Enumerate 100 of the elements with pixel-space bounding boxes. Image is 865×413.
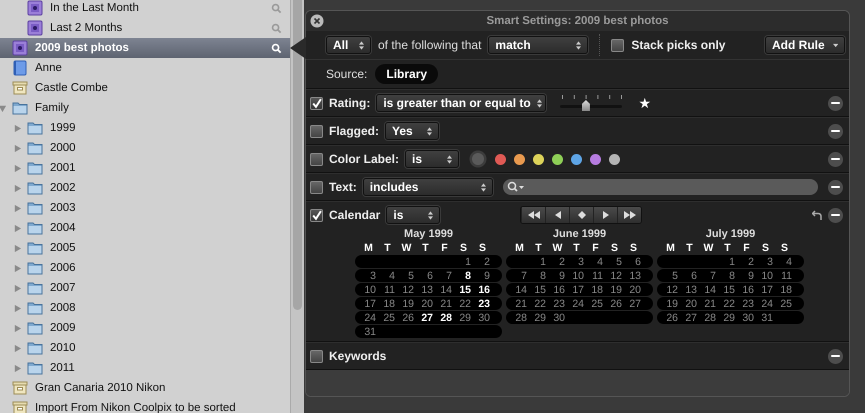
calendar-day[interactable]: 8 <box>452 270 471 282</box>
sidebar-item[interactable]: 2000 <box>0 138 290 158</box>
updown-arrows-icon[interactable] <box>427 126 432 136</box>
sidebar-item[interactable]: 2011 <box>0 358 290 378</box>
updown-arrows-icon[interactable] <box>576 40 582 50</box>
calendar-day[interactable]: 25 <box>584 298 603 310</box>
updown-arrows-icon[interactable] <box>536 98 542 108</box>
calendar-day[interactable]: 6 <box>414 270 433 282</box>
calendar-day[interactable]: 7 <box>508 270 527 282</box>
calendar-day[interactable]: 17 <box>357 298 376 310</box>
calendar-day[interactable]: 24 <box>565 298 584 310</box>
checkbox[interactable] <box>310 350 323 362</box>
calendar-day[interactable]: 15 <box>716 284 735 296</box>
calendar-day[interactable]: 1 <box>716 256 735 268</box>
right-arrow-icon[interactable] <box>602 211 609 219</box>
calendar-day[interactable]: 5 <box>659 270 678 282</box>
calendar-day[interactable]: 13 <box>622 270 641 282</box>
match-scope-popup[interactable]: All <box>326 36 371 54</box>
calendar-day[interactable]: 30 <box>471 312 490 324</box>
sidebar-item[interactable]: 2009 best photos <box>0 38 290 58</box>
sidebar-item[interactable]: 2008 <box>0 298 290 318</box>
sidebar-item[interactable]: Family <box>0 98 290 118</box>
checkbox[interactable] <box>310 96 323 110</box>
calendar-day[interactable]: 24 <box>357 312 376 324</box>
slider-thumb[interactable] <box>582 100 590 111</box>
updown-arrows-icon[interactable] <box>359 40 364 50</box>
calendar-day[interactable]: 3 <box>357 270 376 282</box>
calendar-day[interactable]: 11 <box>584 270 603 282</box>
calendar-day[interactable]: 2 <box>735 256 754 268</box>
operator-popup[interactable]: is <box>405 150 460 168</box>
rating-slider[interactable] <box>560 95 622 111</box>
color-dot[interactable] <box>609 154 620 164</box>
calendar-day[interactable]: 28 <box>508 312 527 324</box>
operator-popup[interactable]: includes <box>362 178 493 196</box>
calendar-day[interactable]: 17 <box>565 284 584 296</box>
calendar-day[interactable]: 14 <box>508 284 527 296</box>
color-dot[interactable] <box>533 154 544 164</box>
previous-year-button[interactable] <box>521 207 546 223</box>
calendar-day[interactable]: 9 <box>735 270 754 282</box>
calendar-day[interactable]: 6 <box>622 256 641 268</box>
checkbox[interactable] <box>310 124 323 138</box>
search-icon[interactable] <box>271 42 282 54</box>
calendar-day[interactable]: 28 <box>697 312 716 324</box>
color-dot[interactable] <box>590 154 602 164</box>
checkbox[interactable] <box>310 152 323 166</box>
calendar-day[interactable]: 11 <box>376 284 395 296</box>
calendar-day[interactable]: 5 <box>603 256 622 268</box>
calendar-day[interactable]: 3 <box>754 256 773 268</box>
no-color-icon[interactable] <box>469 150 488 168</box>
calendar-day[interactable]: 21 <box>697 298 716 310</box>
calendar-day[interactable]: 18 <box>773 284 792 296</box>
sidebar-item[interactable]: Import From Nikon Coolpix to be sorted <box>0 398 290 413</box>
add-rule-button[interactable]: Add Rule <box>765 36 845 54</box>
remove-rule-button[interactable] <box>828 124 843 138</box>
calendar-day[interactable]: 26 <box>659 312 678 324</box>
calendar-day[interactable]: 27 <box>414 312 433 324</box>
calendar-day[interactable]: 13 <box>678 284 697 296</box>
calendar-day[interactable]: 16 <box>471 284 490 296</box>
calendar-day[interactable]: 27 <box>622 298 641 310</box>
calendar-day[interactable]: 5 <box>395 270 414 282</box>
remove-rule-button[interactable] <box>828 180 843 194</box>
color-dot[interactable] <box>495 154 506 164</box>
sidebar-item[interactable]: 2007 <box>0 278 290 298</box>
source-pill[interactable]: Library <box>375 64 438 84</box>
updown-arrows-icon[interactable] <box>428 210 434 220</box>
color-dot[interactable] <box>571 154 582 164</box>
calendar-day[interactable]: 20 <box>622 284 641 296</box>
sidebar-item[interactable]: 2006 <box>0 258 290 278</box>
calendar-day[interactable]: 14 <box>697 284 716 296</box>
undo-icon[interactable] <box>812 210 822 220</box>
sidebar-item[interactable]: 2010 <box>0 338 290 358</box>
calendar-day[interactable]: 9 <box>471 270 490 282</box>
calendar-day[interactable]: 25 <box>773 298 792 310</box>
calendar-day[interactable]: 30 <box>735 312 754 324</box>
calendar-day[interactable]: 8 <box>527 270 546 282</box>
sidebar-item[interactable]: Gran Canaria 2010 Nikon <box>0 378 290 398</box>
sidebar-item[interactable]: 2009 <box>0 318 290 338</box>
previous-month-button[interactable] <box>545 207 570 223</box>
calendar-day[interactable]: 22 <box>452 298 471 310</box>
calendar-day[interactable]: 29 <box>527 312 546 324</box>
diamond-icon[interactable] <box>578 211 586 219</box>
calendar-day[interactable]: 26 <box>395 312 414 324</box>
operator-popup[interactable]: is <box>386 206 440 224</box>
double-left-arrow-icon[interactable] <box>528 211 540 219</box>
calendar-day[interactable]: 8 <box>716 270 735 282</box>
sidebar-item[interactable]: 2001 <box>0 158 290 178</box>
calendar-day[interactable]: 15 <box>527 284 546 296</box>
sidebar-item[interactable]: Anne <box>0 58 290 78</box>
calendar-day[interactable]: 16 <box>735 284 754 296</box>
calendar-day[interactable]: 10 <box>754 270 773 282</box>
calendar-day[interactable]: 2 <box>471 256 490 268</box>
calendar-day[interactable]: 20 <box>678 298 697 310</box>
search-icon[interactable] <box>506 181 525 193</box>
remove-rule-button[interactable] <box>828 208 843 222</box>
calendar-day[interactable]: 23 <box>546 298 565 310</box>
sidebar-item[interactable]: 1999 <box>0 118 290 138</box>
calendar-day[interactable]: 31 <box>754 312 773 324</box>
updown-arrows-icon[interactable] <box>480 182 486 192</box>
sidebar-item[interactable]: 2002 <box>0 178 290 198</box>
match-mode-popup[interactable]: match <box>488 36 588 54</box>
